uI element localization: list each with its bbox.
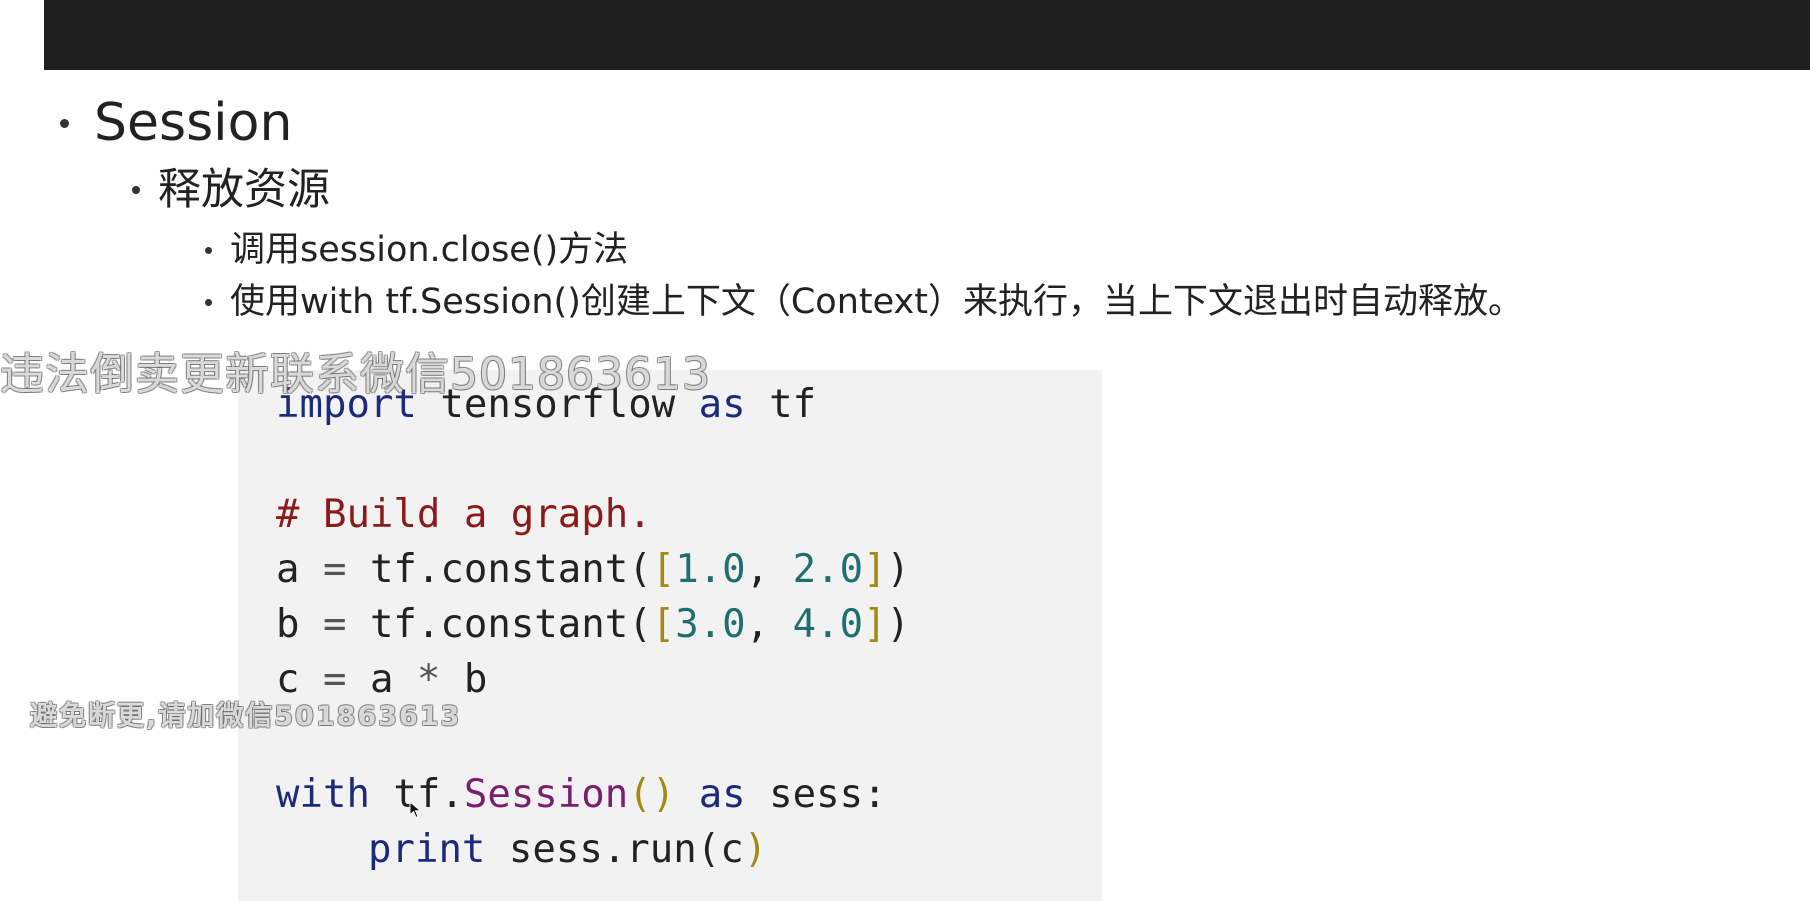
code-operator: * — [416, 657, 441, 702]
mouse-pointer-icon — [409, 801, 422, 819]
code-line-print: print sess.run(c) — [368, 825, 767, 875]
code-keyword: print — [368, 827, 486, 872]
code-bracket: ] — [863, 547, 887, 592]
code-argument: c — [720, 827, 744, 872]
code-paren: ) — [743, 827, 768, 872]
code-class: Session — [463, 772, 629, 817]
code-operator: = — [322, 547, 347, 592]
code-variable: c — [276, 657, 300, 702]
code-variable: b — [463, 657, 488, 702]
code-variable: a — [369, 657, 394, 702]
code-variable: b — [276, 602, 300, 647]
slide-subheading: 释放资源 — [158, 165, 330, 215]
code-bracket: [ — [651, 602, 676, 647]
code-paren: ) — [886, 547, 911, 592]
code-keyword: with — [276, 772, 370, 817]
bullet-level2-release-resources: 释放资源 — [132, 162, 330, 218]
code-keyword: as — [698, 772, 746, 817]
bullet-dot-icon — [205, 246, 212, 254]
code-variable: a — [276, 547, 300, 592]
code-alias: tf — [769, 382, 817, 427]
code-number: 1.0 — [675, 547, 746, 592]
code-bracket: [ — [651, 547, 676, 592]
point-close-method: 调用session.close()方法 — [230, 230, 629, 270]
bullet-level1-session: Session — [60, 90, 292, 156]
code-bracket: ] — [863, 602, 887, 647]
code-paren: () — [628, 772, 676, 817]
code-separator: , — [745, 547, 770, 592]
bullet-dot-icon — [132, 186, 140, 194]
code-operator: = — [322, 657, 347, 702]
code-variable: sess: — [769, 772, 887, 817]
watermark-top: 违法倒卖更新联系微信501863613 — [0, 349, 711, 400]
code-line-with: with tf.Session() as sess: — [276, 770, 887, 820]
code-number: 2.0 — [792, 547, 864, 592]
bullet-level3-close-method: 调用session.close()方法 — [205, 227, 628, 273]
code-module: tf. — [393, 772, 464, 817]
code-number: 3.0 — [675, 602, 746, 647]
slide-heading: Session — [94, 93, 293, 153]
watermark-middle: 避免断更,请加微信501863613 — [30, 701, 462, 732]
code-call: tf.constant( — [369, 547, 652, 592]
code-line-b: b = tf.constant([3.0, 4.0]) — [276, 600, 910, 650]
code-separator: , — [745, 602, 770, 647]
bullet-dot-icon — [60, 118, 69, 128]
code-line-comment: # Build a graph. — [276, 490, 652, 540]
bullet-level3-context-manager: 使用with tf.Session()创建上下文（Context）来执行，当上下… — [205, 279, 1523, 325]
code-call: sess.run( — [508, 827, 721, 872]
code-comment: # Build a graph. — [276, 492, 652, 537]
code-block: import tensorflow as tf # Build a graph.… — [238, 370, 1102, 901]
bullet-dot-icon — [205, 298, 212, 306]
code-line-c: c = a * b — [276, 655, 487, 705]
code-operator: = — [322, 602, 347, 647]
code-number: 4.0 — [792, 602, 864, 647]
code-line-a: a = tf.constant([1.0, 2.0]) — [276, 545, 910, 595]
slide-header-bar — [44, 0, 1810, 70]
code-paren: ) — [886, 602, 911, 647]
point-context-manager: 使用with tf.Session()创建上下文（Context）来执行，当上下… — [230, 282, 1523, 322]
code-call: tf.constant( — [369, 602, 652, 647]
